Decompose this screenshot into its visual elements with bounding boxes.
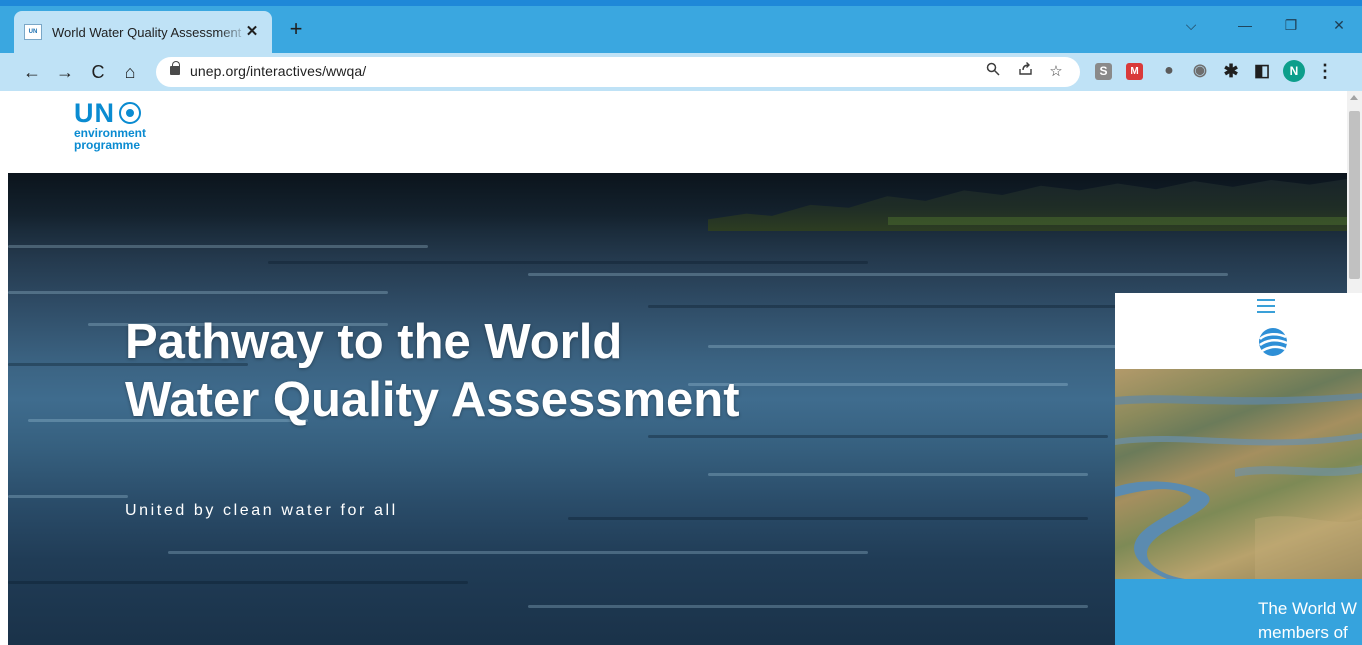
address-bar[interactable]: unep.org/interactives/wwqa/ ☆: [156, 57, 1080, 87]
share-icon[interactable]: [1014, 61, 1036, 83]
unep-logo[interactable]: UN environment programme: [74, 99, 146, 151]
water-ripple: [8, 245, 428, 248]
hero-shoreline: [888, 217, 1347, 225]
forward-button[interactable]: →: [52, 59, 78, 85]
red-extension-icon[interactable]: M: [1126, 63, 1143, 80]
url-text[interactable]: unep.org/interactives/wwqa/: [190, 63, 366, 79]
tab-title: World Water Quality Assessment: [52, 24, 242, 40]
un-emblem-icon: [119, 102, 141, 124]
tab-strip: UN World Water Quality Assessment ✕ + ⌵ …: [0, 0, 1362, 53]
sidepanel-icon[interactable]: ◧: [1252, 61, 1272, 81]
wetland-photo: [1115, 369, 1362, 579]
circle-extension-icon[interactable]: ◉: [1190, 61, 1210, 81]
zoom-icon[interactable]: [982, 61, 1004, 83]
water-ripple: [648, 435, 1108, 438]
scroll-up-arrow-icon[interactable]: [1350, 95, 1358, 100]
logo-un-text: UN: [74, 98, 115, 128]
puzzle-icon[interactable]: ✱: [1221, 61, 1241, 81]
water-ripple: [708, 345, 1128, 348]
water-ripple: [528, 273, 1228, 276]
water-ripple: [8, 291, 388, 294]
s-extension-icon[interactable]: S: [1095, 63, 1112, 80]
new-tab-button[interactable]: +: [283, 16, 309, 42]
menu-icon[interactable]: ⋮: [1315, 61, 1335, 81]
panel-caption-line-2: members of: [1258, 623, 1348, 642]
hero-title: Pathway to the World Water Quality Asses…: [125, 315, 740, 427]
water-ripple: [168, 551, 868, 554]
water-ripple: [528, 605, 1088, 608]
home-button[interactable]: ⌂: [117, 59, 143, 85]
profile-avatar[interactable]: N: [1283, 60, 1305, 82]
bookmark-star-icon[interactable]: ☆: [1045, 61, 1067, 83]
back-button[interactable]: ←: [19, 59, 45, 85]
water-ripple: [708, 473, 1088, 476]
scrollbar-thumb[interactable]: [1349, 111, 1360, 279]
hero-subtitle: United by clean water for all: [125, 502, 398, 519]
water-ripple: [8, 581, 468, 584]
water-ripple: [568, 517, 1088, 520]
side-panel: The World W members of: [1115, 293, 1362, 645]
browser-toolbar: ← → C ⌂ unep.org/interactives/wwqa/ ☆ S …: [0, 53, 1362, 91]
minimize-button[interactable]: —: [1230, 13, 1260, 37]
panel-caption: The World W members of: [1115, 579, 1362, 645]
panel-caption-line-1: The World W: [1258, 599, 1357, 618]
browser-tab[interactable]: UN World Water Quality Assessment ✕: [14, 11, 272, 53]
reload-button[interactable]: C: [85, 59, 111, 85]
restore-button[interactable]: ❐: [1276, 13, 1306, 37]
unep-favicon-icon: UN: [24, 24, 42, 40]
tab-search-chevron-icon[interactable]: ⌵: [1176, 13, 1206, 37]
tab-close-icon[interactable]: ✕: [242, 22, 262, 42]
close-window-button[interactable]: ✕: [1324, 13, 1354, 37]
logo-line-2: programme: [74, 138, 141, 152]
water-ripple: [8, 495, 128, 498]
page-content: UN environment programme Pathway to the …: [0, 91, 1362, 645]
lock-icon[interactable]: [170, 61, 180, 75]
water-ripple: [268, 261, 868, 264]
gear-extension-icon[interactable]: ●: [1159, 61, 1179, 81]
wave-globe-icon: [1256, 327, 1290, 357]
hamburger-menu-icon[interactable]: [1257, 299, 1275, 313]
